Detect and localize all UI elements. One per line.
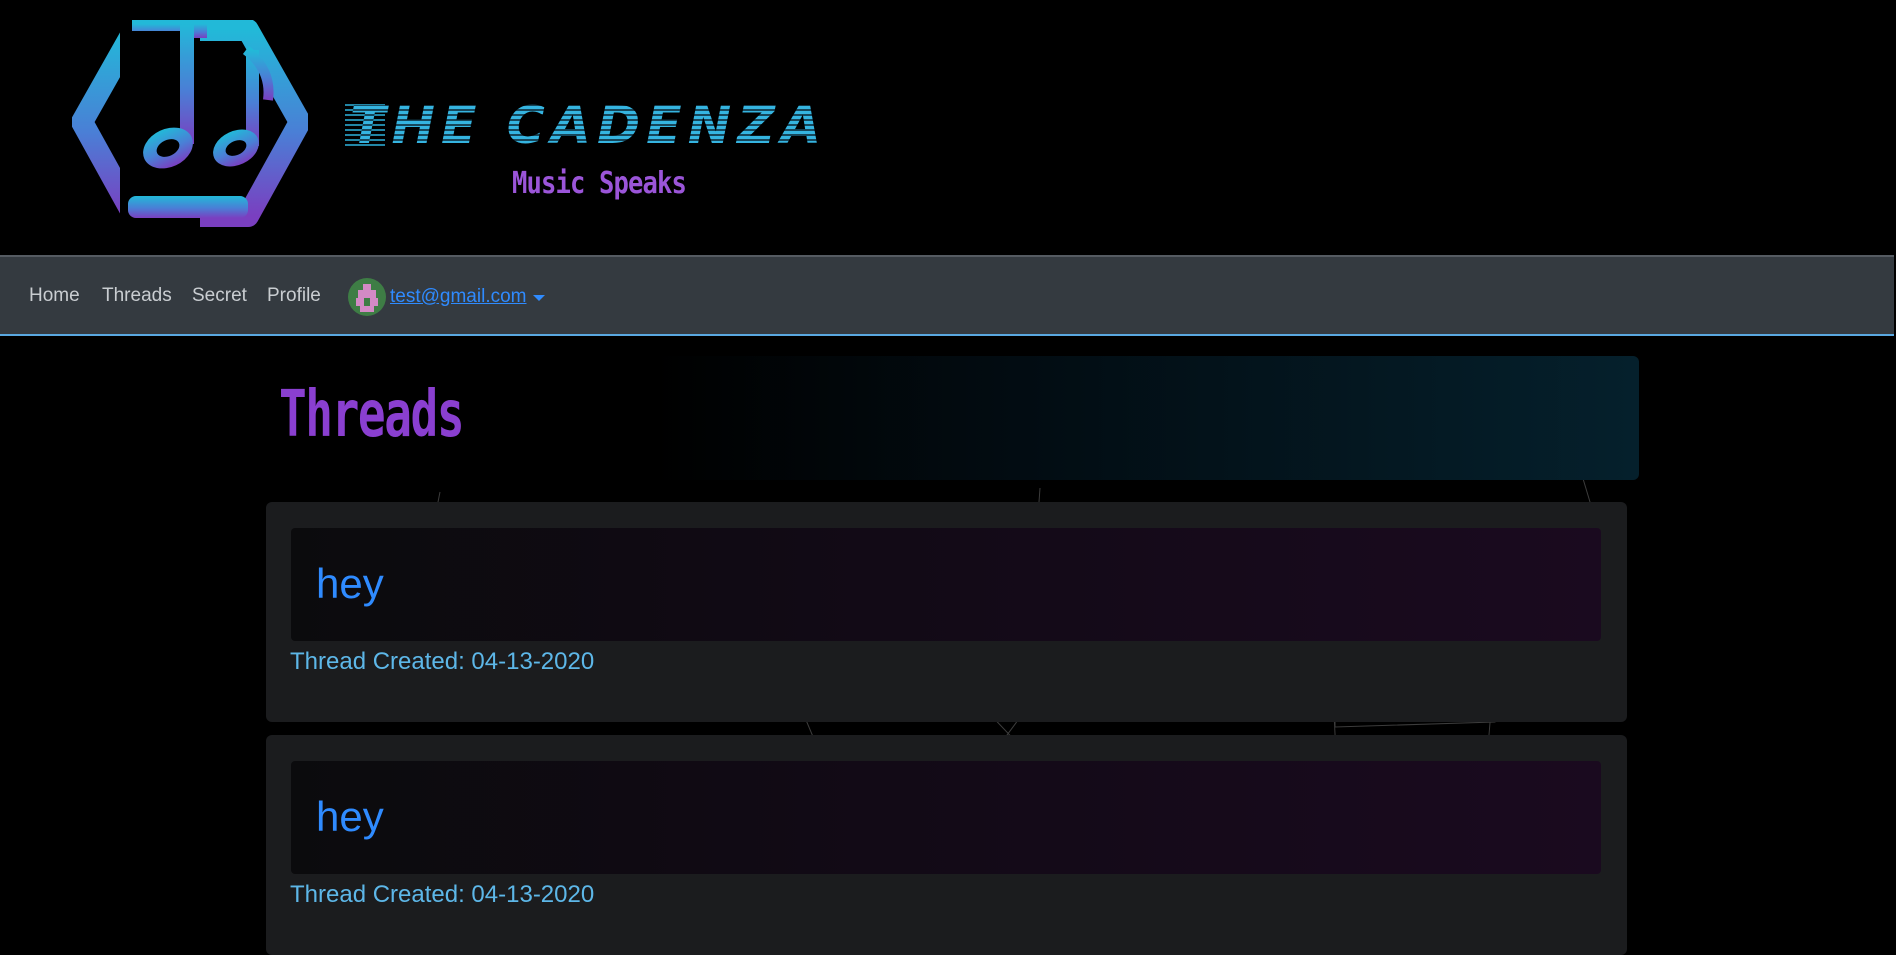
- nav-profile-link[interactable]: Profile: [267, 285, 321, 307]
- thread-title-box: [291, 761, 1601, 874]
- pixel-avatar-icon[interactable]: [348, 278, 386, 316]
- music-notes-hexagon-icon[interactable]: [72, 20, 308, 230]
- brand-title[interactable]: The Cadenza: [350, 96, 821, 156]
- thread-title-link[interactable]: hey: [316, 560, 384, 608]
- thread-card[interactable]: hey Thread Created: 04-13-2020: [266, 735, 1627, 955]
- nav-threads-link[interactable]: Threads: [102, 285, 172, 307]
- caret-down-icon[interactable]: [532, 295, 545, 301]
- navbar: Home Threads Secret Profile test@gmail.c…: [0, 255, 1894, 336]
- user-email-link[interactable]: test@gmail.com: [390, 286, 527, 308]
- page-title-banner: [266, 356, 1639, 480]
- user-dropdown[interactable]: test@gmail.com: [348, 278, 545, 316]
- nav-home-link[interactable]: Home: [29, 285, 80, 307]
- thread-created-date: Thread Created: 04-13-2020: [290, 648, 595, 675]
- page-title: Threads: [279, 378, 465, 452]
- nav-secret-link[interactable]: Secret: [192, 285, 247, 307]
- brand-tagline: Music Speaks: [512, 166, 687, 201]
- thread-title-box: [291, 528, 1601, 641]
- thread-card[interactable]: hey Thread Created: 04-13-2020: [266, 502, 1627, 722]
- thread-title-link[interactable]: hey: [316, 793, 384, 841]
- thread-created-date: Thread Created: 04-13-2020: [290, 881, 595, 908]
- site-header: The Cadenza Music Speaks: [0, 0, 1896, 255]
